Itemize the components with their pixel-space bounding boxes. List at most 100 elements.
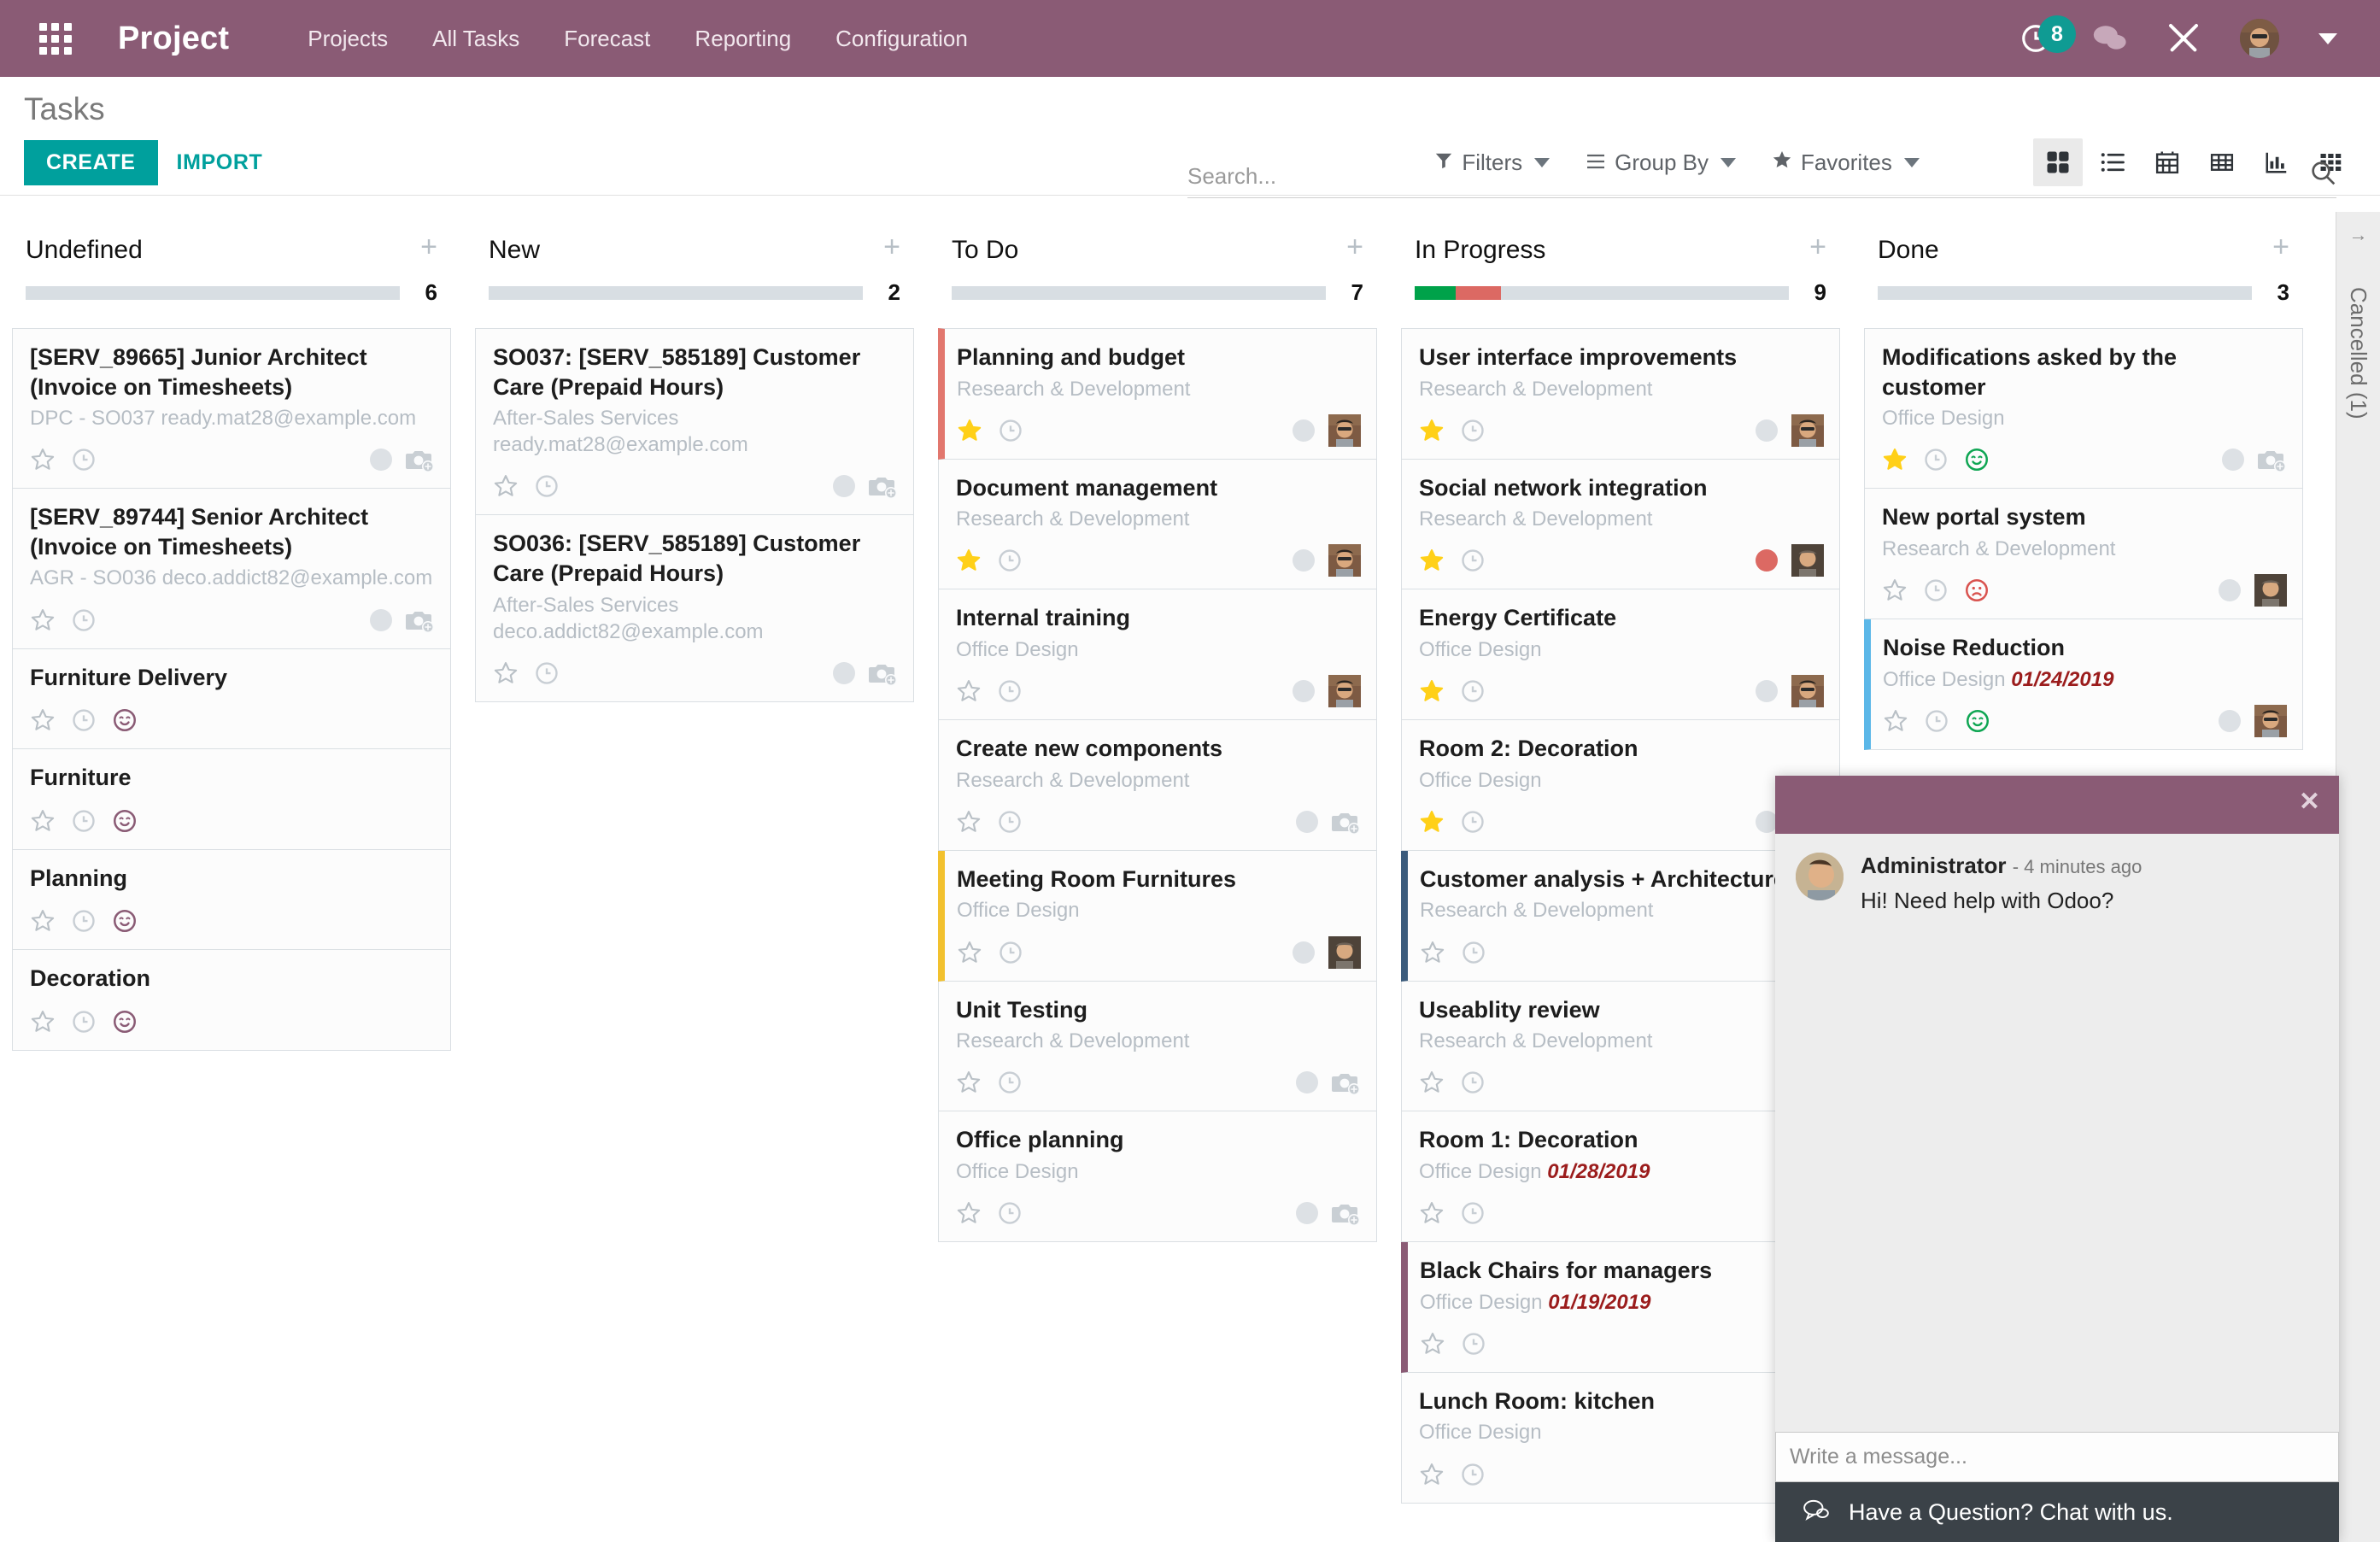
kanban-color-dot[interactable]: [1293, 941, 1315, 964]
kanban-color-dot[interactable]: [370, 608, 392, 631]
clock-icon[interactable]: [997, 1200, 1023, 1226]
kanban-card[interactable]: Planning and budget Research & Developmen…: [938, 328, 1377, 460]
kanban-color-dot[interactable]: [1756, 549, 1778, 572]
add-card-plus-icon[interactable]: +: [1346, 232, 1363, 261]
clock-icon[interactable]: [534, 473, 560, 499]
clock-icon[interactable]: [997, 1070, 1023, 1095]
messaging-icon[interactable]: [2091, 23, 2127, 54]
add-avatar-camera-icon[interactable]: [1332, 1200, 1361, 1227]
clock-icon[interactable]: [1924, 708, 1949, 734]
star-icon[interactable]: [30, 707, 56, 733]
kanban-column-count[interactable]: 3: [2267, 279, 2289, 306]
star-icon[interactable]: [956, 809, 982, 835]
kanban-card[interactable]: [SERV_89665] Junior Architect (Invoice o…: [12, 328, 451, 490]
kanban-column-progressbar[interactable]: [952, 285, 1326, 300]
kanban-card[interactable]: Energy Certificate Office Design: [1401, 589, 1840, 721]
clock-icon[interactable]: [1460, 1070, 1486, 1095]
add-avatar-camera-icon[interactable]: [869, 660, 898, 686]
search-input[interactable]: [1187, 162, 2309, 190]
clock-icon[interactable]: [71, 808, 97, 834]
clock-icon[interactable]: [1460, 809, 1486, 835]
kanban-color-dot[interactable]: [1296, 810, 1318, 833]
star-icon[interactable]: [1419, 809, 1445, 835]
clock-icon[interactable]: [71, 1009, 97, 1035]
kanban-card[interactable]: Furniture Delivery: [12, 648, 451, 750]
assignee-avatar[interactable]: [1791, 413, 1824, 447]
kanban-color-dot[interactable]: [2219, 709, 2241, 732]
kanban-card[interactable]: Black Chairs for managers Office Design 0…: [1401, 1242, 1840, 1373]
user-avatar[interactable]: [2240, 19, 2279, 58]
apps-grid-icon[interactable]: [39, 22, 72, 55]
kanban-column-title[interactable]: To Do: [952, 236, 1018, 264]
kanban-card[interactable]: Customer analysis + Architecture Research…: [1401, 850, 1840, 982]
kanban-color-dot[interactable]: [1293, 549, 1315, 572]
kanban-card[interactable]: [SERV_89744] Senior Architect (Invoice o…: [12, 489, 451, 649]
collapsed-column-cancelled[interactable]: → Cancelled (1): [2336, 212, 2380, 1542]
kanban-color-dot[interactable]: [833, 661, 855, 684]
kanban-column-title[interactable]: Undefined: [26, 236, 143, 264]
livechat-cta-bar[interactable]: Have a Question? Chat with us.: [1775, 1482, 2339, 1542]
kanban-color-dot[interactable]: [1296, 1202, 1318, 1225]
kanban-state-smiley-icon[interactable]: [1964, 447, 1990, 472]
kanban-column-title[interactable]: Done: [1878, 236, 1939, 264]
kanban-card[interactable]: Furniture: [12, 749, 451, 850]
star-icon[interactable]: [1882, 578, 1908, 603]
kanban-color-dot[interactable]: [2222, 449, 2244, 472]
star-icon[interactable]: [956, 548, 982, 573]
add-card-plus-icon[interactable]: +: [1809, 232, 1826, 261]
assignee-avatar[interactable]: [2254, 704, 2287, 737]
clock-icon[interactable]: [998, 418, 1023, 443]
kanban-color-dot[interactable]: [1293, 419, 1315, 442]
kanban-column-progressbar[interactable]: [26, 285, 400, 300]
kanban-column-progressbar[interactable]: [1878, 285, 2252, 300]
star-icon[interactable]: [1419, 1462, 1445, 1487]
add-avatar-camera-icon[interactable]: [406, 607, 435, 633]
assignee-avatar[interactable]: [1791, 544, 1824, 578]
star-icon[interactable]: [956, 1200, 982, 1226]
expand-column-arrow[interactable]: →: [2336, 224, 2380, 246]
star-icon[interactable]: [957, 940, 982, 965]
kanban-card[interactable]: SO037: [SERV_585189] Customer Care (Prep…: [475, 328, 914, 516]
assignee-avatar[interactable]: [1791, 675, 1824, 708]
clock-icon[interactable]: [71, 447, 97, 472]
clock-icon[interactable]: [1461, 1331, 1486, 1357]
kanban-card[interactable]: Planning: [12, 849, 451, 951]
assignee-avatar[interactable]: [1328, 935, 1361, 969]
clock-icon[interactable]: [1923, 578, 1949, 603]
star-icon[interactable]: [30, 447, 56, 472]
kanban-column-count[interactable]: 6: [415, 279, 437, 306]
clock-icon[interactable]: [71, 707, 97, 733]
clock-icon[interactable]: [997, 548, 1023, 573]
kanban-color-dot[interactable]: [1296, 1071, 1318, 1094]
clock-icon[interactable]: [534, 660, 560, 686]
kanban-column-progressbar[interactable]: [1415, 285, 1789, 300]
kanban-card[interactable]: Useablity review Research & Development: [1401, 981, 1840, 1112]
add-avatar-camera-icon[interactable]: [1332, 1070, 1361, 1096]
clock-icon[interactable]: [997, 678, 1023, 704]
kanban-column-count[interactable]: 9: [1804, 279, 1826, 306]
star-icon[interactable]: [1882, 447, 1908, 472]
nav-item-all-tasks[interactable]: All Tasks: [432, 26, 519, 52]
star-icon[interactable]: [493, 660, 519, 686]
clock-icon[interactable]: [1460, 418, 1486, 443]
livechat-input[interactable]: [1775, 1432, 2339, 1482]
kanban-state-smiley-icon[interactable]: [112, 908, 138, 934]
nav-item-configuration[interactable]: Configuration: [835, 26, 968, 52]
kanban-column-title[interactable]: In Progress: [1415, 236, 1545, 264]
kanban-color-dot[interactable]: [1293, 680, 1315, 703]
star-icon[interactable]: [956, 1070, 982, 1095]
nav-item-reporting[interactable]: Reporting: [695, 26, 791, 52]
kanban-card[interactable]: Create new components Research & Developm…: [938, 720, 1377, 851]
kanban-column-progressbar[interactable]: [489, 285, 863, 300]
kanban-card[interactable]: Noise Reduction Office Design 01/24/2019: [1864, 619, 2303, 750]
kanban-card[interactable]: Room 2: Decoration Office Design: [1401, 720, 1840, 851]
star-icon[interactable]: [1419, 678, 1445, 704]
star-icon[interactable]: [30, 908, 56, 934]
search-icon[interactable]: [2309, 159, 2336, 193]
clock-icon[interactable]: [1460, 1462, 1486, 1487]
kanban-color-dot[interactable]: [1756, 680, 1778, 703]
create-button[interactable]: CREATE: [24, 139, 158, 185]
chevron-down-icon[interactable]: [2318, 32, 2337, 44]
close-icon[interactable]: ✕: [2299, 787, 2320, 817]
add-avatar-camera-icon[interactable]: [1332, 809, 1361, 835]
